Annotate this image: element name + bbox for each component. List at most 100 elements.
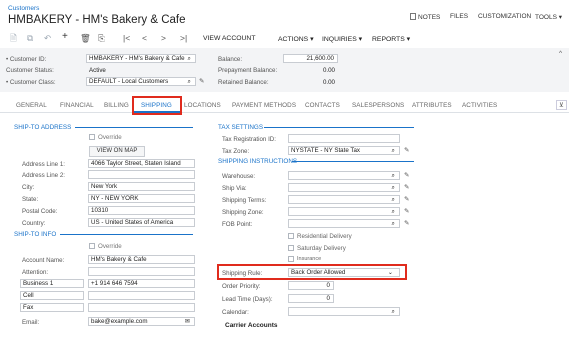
state-field[interactable]: NY - NEW YORK [88,194,195,203]
phone-1-field[interactable]: +1 914 646 7594 [88,279,195,288]
shipping-rule-highlight [217,264,407,280]
collapse-icon[interactable]: ^ [559,50,562,57]
email-label: Email: [22,319,40,326]
section-divider [264,127,414,128]
search-icon[interactable]: ⌕ [188,78,191,85]
first-record-icon[interactable]: |< [123,33,130,43]
tools-menu[interactable]: TOOLS ▾ [535,13,562,21]
edit-pencil-icon[interactable]: ✎ [404,146,409,154]
balance-value: 21,600.00 [283,54,338,63]
search-icon[interactable]: ⌕ [392,208,395,215]
override-label: Override [98,243,122,250]
prev-record-icon[interactable]: < [142,33,147,43]
edit-pencil-icon[interactable]: ✎ [404,183,409,191]
tab-financial[interactable]: FINANCIAL [60,102,94,109]
lead-time-field[interactable]: 0 [288,294,334,303]
search-icon[interactable]: ⌕ [392,196,395,203]
view-on-map-button[interactable]: VIEW ON MAP [89,146,145,157]
postal-code-field[interactable]: 10310 [88,206,195,215]
ship-to-override-checkbox[interactable] [89,134,95,140]
tab-general[interactable]: GENERAL [16,102,47,109]
tab-locations[interactable]: LOCATIONS [184,102,221,109]
customization-link[interactable]: CUSTOMIZATION [478,13,531,20]
mail-icon[interactable]: ✉ [185,318,190,325]
undo-icon[interactable]: ↶ [44,33,51,44]
search-icon[interactable]: ⌕ [392,184,395,191]
edit-pencil-icon[interactable]: ✎ [404,171,409,179]
tab-payment-methods[interactable]: PAYMENT METHODS [232,102,296,109]
search-icon[interactable]: ⌕ [188,55,191,62]
shipping-terms-field[interactable]: ⌕ [288,195,400,204]
search-icon[interactable]: ⌕ [392,220,395,227]
last-record-icon[interactable]: >| [180,33,187,43]
retained-balance-value: 0.00 [322,79,335,86]
page-title: HMBAKERY - HM's Bakery & Cafe [8,14,186,26]
fob-point-field[interactable]: ⌕ [288,219,400,228]
customer-class-field[interactable]: DEFAULT - Local Customers ⌕ [86,77,196,86]
address-line-2-field[interactable] [88,170,195,179]
phone-type-1-select[interactable]: Business 1 [20,279,84,288]
delete-icon[interactable]: 🗑 [80,33,91,44]
add-icon[interactable]: + [62,31,68,42]
residential-delivery-checkbox[interactable] [288,233,294,239]
tax-registration-label: Tax Registration ID: [222,136,276,143]
tab-activities[interactable]: ACTIVITIES [462,102,497,109]
inquiries-menu[interactable]: INQUIRIES ▾ [322,35,362,43]
tax-settings-section: TAX SETTINGS [218,124,264,131]
customer-id-field[interactable]: HMBAKERY - HM's Bakery & Cafe ⌕ [86,54,196,63]
fax-field[interactable] [88,303,195,312]
tab-contacts[interactable]: CONTACTS [305,102,340,109]
city-field[interactable]: New York [88,182,195,191]
tax-zone-field[interactable]: NYSTATE - NY State Tax ⌕ [288,146,400,155]
edit-pencil-icon[interactable]: ✎ [404,195,409,203]
breadcrumb[interactable]: Customers [8,5,39,12]
phone-2-field[interactable] [88,291,195,300]
shipping-zone-label: Shipping Zone: [222,209,264,216]
actions-menu[interactable]: ACTIONS ▾ [278,35,314,43]
edit-pencil-icon[interactable]: ✎ [199,77,204,85]
insurance-checkbox[interactable] [288,256,294,262]
account-name-label: Account Name: [22,257,65,264]
country-label: Country: [22,220,46,227]
tab-billing[interactable]: BILLING [104,102,129,109]
order-priority-label: Order Priority: [222,283,261,290]
fob-point-label: FOB Point: [222,221,253,228]
save-icon[interactable]: 🗎 [10,33,17,47]
tax-registration-field[interactable] [288,134,400,143]
ship-via-field[interactable]: ⌕ [288,183,400,192]
reports-menu[interactable]: REPORTS ▾ [372,35,410,43]
filter-icon[interactable]: ⊻ [556,100,567,110]
prepayment-balance-label: Prepayment Balance: [218,67,278,74]
next-record-icon[interactable]: > [161,33,166,43]
country-field[interactable]: US - United States of America [88,218,195,227]
customer-status-value[interactable]: Active [89,67,106,74]
clipboard-icon[interactable]: ⎘ [98,33,105,44]
account-name-field[interactable]: HM's Bakery & Cafe [88,255,195,264]
shipping-tab-highlight [132,96,182,115]
shipping-zone-field[interactable]: ⌕ [288,207,400,216]
saturday-delivery-checkbox[interactable] [288,245,294,251]
ship-info-override-checkbox[interactable] [89,243,95,249]
tab-salespersons[interactable]: SALESPERSONS [352,102,404,109]
copy-icon[interactable]: ⧉ [27,33,33,44]
city-label: City: [22,184,35,191]
fax-type-select[interactable]: Fax [20,303,84,312]
state-label: State: [22,196,39,203]
phone-type-2-select[interactable]: Cell [20,291,84,300]
files-link[interactable]: FILES [450,13,468,20]
order-priority-field[interactable]: 0 [288,281,334,290]
address-line-1-field[interactable]: 4066 Taylor Street, Staten Island [88,159,195,168]
search-icon[interactable]: ⌕ [392,308,395,315]
retained-balance-label: Retained Balance: [218,79,269,86]
warehouse-field[interactable]: ⌕ [288,171,400,180]
email-field[interactable]: bake@example.com ✉ [88,317,195,326]
calendar-field[interactable]: ⌕ [288,307,400,316]
view-account-button[interactable]: VIEW ACCOUNT [203,35,256,42]
edit-pencil-icon[interactable]: ✎ [404,207,409,215]
edit-pencil-icon[interactable]: ✎ [404,219,409,227]
notes-link[interactable]: NOTES [410,13,440,21]
search-icon[interactable]: ⌕ [392,172,395,179]
search-icon[interactable]: ⌕ [392,147,395,154]
attention-field[interactable] [88,267,195,276]
tab-attributes[interactable]: ATTRIBUTES [412,102,452,109]
